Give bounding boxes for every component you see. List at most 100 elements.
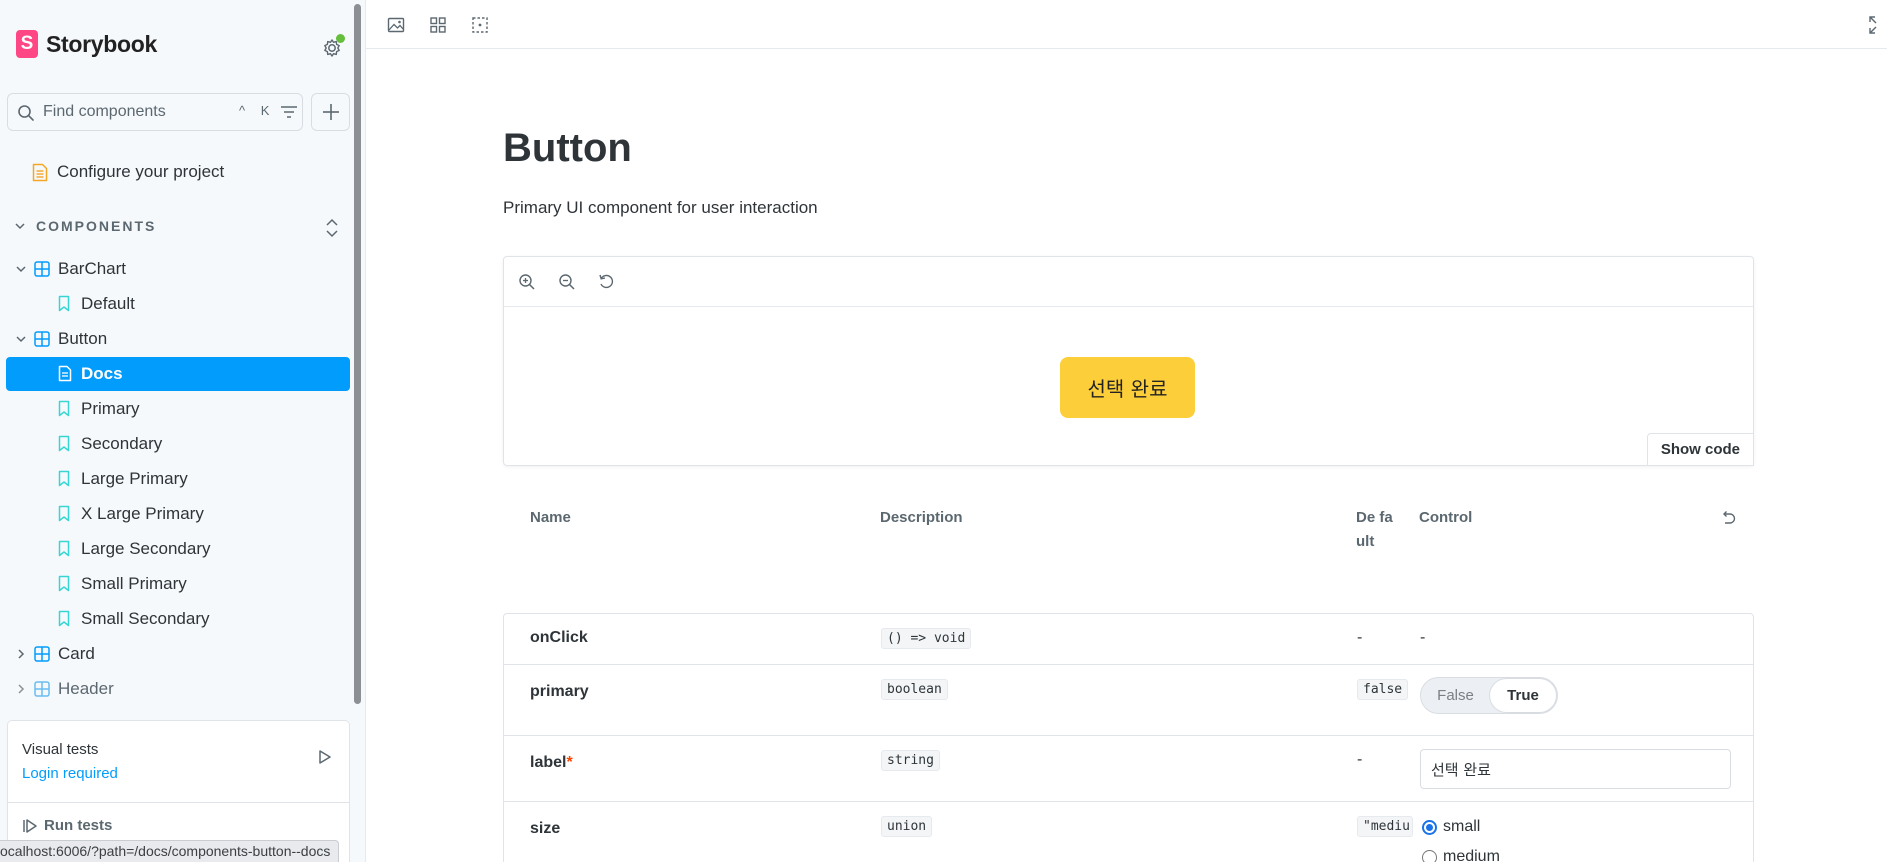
chevron-down-icon bbox=[15, 223, 25, 230]
brand-name: Storybook bbox=[46, 30, 158, 57]
divider bbox=[8, 802, 349, 803]
docs-page: Button Primary UI component for user int… bbox=[366, 49, 1887, 862]
chevron-down-icon bbox=[16, 266, 26, 273]
args-table-header: Name Description De fa ult Control bbox=[503, 509, 1754, 613]
arg-control: - bbox=[1420, 629, 1426, 646]
bookmark-icon bbox=[58, 575, 70, 592]
tree-label: Large Secondary bbox=[81, 539, 211, 558]
components-section-label: COMPONENTS bbox=[36, 218, 157, 234]
play-icon[interactable] bbox=[318, 749, 332, 765]
document-icon bbox=[32, 163, 48, 181]
tree-label: Large Primary bbox=[81, 469, 188, 488]
filter-icon[interactable] bbox=[280, 104, 298, 120]
tree-component-card[interactable]: Card bbox=[6, 637, 350, 671]
arg-type: () => void bbox=[881, 628, 972, 649]
tree-label: Secondary bbox=[81, 434, 163, 453]
tree-label: Header bbox=[58, 679, 114, 698]
search-box: ^ K bbox=[7, 93, 303, 131]
tree-label: Small Primary bbox=[81, 574, 187, 593]
label-input[interactable] bbox=[1420, 749, 1731, 789]
bookmark-icon bbox=[58, 435, 70, 452]
document-icon bbox=[58, 365, 72, 382]
page-description: Primary UI component for user interactio… bbox=[503, 198, 818, 217]
tree-story-x-large-primary[interactable]: X Large Primary bbox=[6, 497, 350, 531]
sidebar: S Storybook ^ K bbox=[0, 0, 366, 862]
status-dot bbox=[336, 34, 345, 43]
size-option-small[interactable]: small bbox=[1422, 818, 1480, 836]
tree-story-large-secondary[interactable]: Large Secondary bbox=[6, 532, 350, 566]
component-icon bbox=[34, 261, 50, 277]
arg-name: onClick bbox=[530, 629, 588, 646]
tree-label: Docs bbox=[81, 364, 123, 383]
component-icon bbox=[34, 646, 50, 662]
bookmark-icon bbox=[58, 470, 70, 487]
tree-story-small-primary[interactable]: Small Primary bbox=[6, 567, 350, 601]
tree-story-small-secondary[interactable]: Small Secondary bbox=[6, 602, 350, 636]
configure-project-link[interactable]: Configure your project bbox=[32, 162, 224, 182]
bookmark-icon bbox=[58, 505, 70, 522]
args-row-primary: primary boolean false False True bbox=[503, 665, 1754, 736]
story-preview: 선택 완료 Show code bbox=[503, 256, 1754, 466]
add-button[interactable] bbox=[311, 93, 350, 131]
chevron-right-icon bbox=[18, 684, 25, 694]
page-title: Button bbox=[503, 126, 632, 170]
arg-name: label* bbox=[530, 754, 573, 771]
tree-component-barchart[interactable]: BarChart bbox=[6, 252, 350, 286]
toolbar bbox=[366, 0, 1887, 49]
tree-docs-button[interactable]: Docs bbox=[6, 357, 350, 391]
tree-component-header[interactable]: Header bbox=[6, 672, 350, 706]
chevron-down-icon bbox=[16, 336, 26, 343]
zoom-out-icon[interactable] bbox=[558, 273, 576, 291]
demo-button[interactable]: 선택 완료 bbox=[1060, 357, 1195, 418]
bookmark-icon bbox=[58, 295, 70, 312]
storybook-logo[interactable]: S Storybook bbox=[16, 30, 157, 58]
image-icon[interactable] bbox=[386, 15, 406, 35]
tree-label: Button bbox=[58, 329, 108, 348]
status-bar-url: ocalhost:6006/?path=/docs/components-but… bbox=[0, 840, 340, 862]
grid-icon[interactable] bbox=[428, 15, 448, 35]
preview-toolbar bbox=[504, 257, 1753, 307]
radio-label: small bbox=[1443, 818, 1481, 835]
radio-small[interactable] bbox=[1422, 819, 1437, 835]
bookmark-icon bbox=[58, 610, 70, 627]
bookmark-icon bbox=[58, 400, 70, 417]
login-required-link[interactable]: Login required bbox=[22, 765, 118, 782]
plus-icon bbox=[323, 104, 339, 120]
arg-default: - bbox=[1357, 751, 1363, 768]
tree-label: Small Secondary bbox=[81, 609, 210, 628]
size-option-medium[interactable]: medium bbox=[1422, 848, 1500, 862]
header-description: Description bbox=[880, 509, 963, 526]
components-section-header[interactable]: COMPONENTS bbox=[14, 218, 156, 234]
args-row-onclick: onClick () => void - - bbox=[503, 613, 1754, 665]
fullscreen-icon[interactable] bbox=[1868, 15, 1887, 35]
tree-story-secondary[interactable]: Secondary bbox=[6, 427, 350, 461]
tree-story-default[interactable]: Default bbox=[6, 287, 350, 321]
tree-component-button[interactable]: Button bbox=[6, 322, 350, 356]
toggle-false-option[interactable]: False bbox=[1421, 678, 1490, 713]
show-code-button[interactable]: Show code bbox=[1646, 433, 1754, 466]
sidebar-scrollbar[interactable] bbox=[354, 4, 361, 704]
toggle-true-option[interactable]: True bbox=[1490, 679, 1556, 712]
run-icon bbox=[23, 818, 37, 833]
arg-type: string bbox=[881, 750, 940, 771]
header-control: Control bbox=[1419, 509, 1473, 526]
primary-toggle[interactable]: False True bbox=[1420, 677, 1558, 714]
search-shortcut: ^ K bbox=[239, 103, 276, 118]
chevron-right-icon bbox=[18, 649, 25, 659]
required-marker: * bbox=[566, 754, 573, 771]
radio-label: medium bbox=[1443, 848, 1500, 862]
zoom-in-icon[interactable] bbox=[518, 273, 536, 291]
radio-medium[interactable] bbox=[1422, 849, 1437, 862]
tree-label: BarChart bbox=[58, 259, 127, 278]
tree-story-large-primary[interactable]: Large Primary bbox=[6, 462, 350, 496]
search-input[interactable] bbox=[43, 94, 233, 130]
expand-collapse-icon[interactable] bbox=[324, 217, 340, 239]
outline-icon[interactable] bbox=[470, 15, 490, 35]
tree-story-primary[interactable]: Primary bbox=[6, 392, 350, 426]
search-icon bbox=[18, 105, 34, 121]
tree-label: Primary bbox=[81, 399, 140, 418]
header-default: De fa ult bbox=[1356, 509, 1393, 550]
undo-icon[interactable] bbox=[1719, 509, 1737, 527]
zoom-reset-icon[interactable] bbox=[598, 273, 616, 291]
run-tests-button[interactable]: Run tests bbox=[22, 817, 112, 834]
